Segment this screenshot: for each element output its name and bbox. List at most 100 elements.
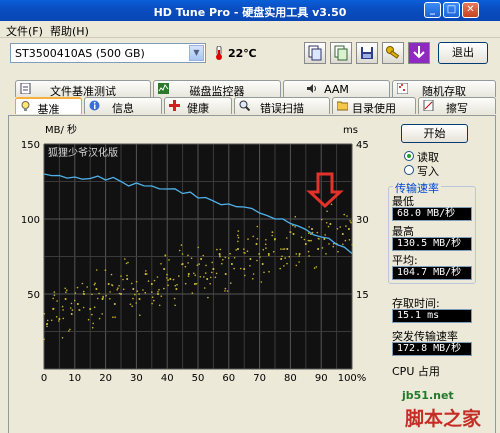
- tab-label: 擦写: [446, 102, 468, 115]
- access-time-dot: [135, 302, 137, 304]
- access-time-dot: [127, 261, 129, 264]
- tab-file-benchmark[interactable]: 文件基准测试: [15, 80, 151, 98]
- access-time-dot: [229, 252, 231, 255]
- temperature-value: 22℃: [228, 47, 257, 60]
- drive-select[interactable]: ST3500410AS (500 GB) ▼: [10, 43, 206, 63]
- title-bar: HD Tune Pro - 硬盘实用工具 v3.50 _ □ ✕: [0, 0, 500, 21]
- access-time-dot: [174, 304, 176, 307]
- copy-all-button[interactable]: [330, 42, 352, 64]
- access-time-dot: [114, 316, 116, 318]
- access-time-point: [76, 303, 79, 305]
- access-time-dot: [209, 283, 211, 285]
- download-button[interactable]: [408, 42, 430, 64]
- minimize-button[interactable]: _: [424, 2, 441, 18]
- access-time-dot: [81, 282, 84, 285]
- access-time-dot: [264, 243, 267, 246]
- access-time-dot: [58, 320, 60, 322]
- access-time-dot: [138, 293, 140, 295]
- access-time-point: [113, 303, 116, 305]
- access-time-dot: [46, 319, 49, 322]
- access-time-dot: [73, 299, 76, 302]
- access-time-dot: [349, 220, 351, 222]
- access-time-dot: [203, 287, 206, 289]
- access-time-dot: [256, 259, 258, 262]
- access-time-dot: [196, 264, 199, 266]
- access-time-dot: [273, 238, 276, 241]
- access-time-dot: [61, 337, 64, 339]
- access-time-point: [187, 273, 190, 275]
- menu-help[interactable]: 帮助(H): [50, 23, 89, 39]
- access-time-point: [286, 248, 289, 250]
- tab-random-access[interactable]: 随机存取: [392, 80, 496, 98]
- copy-button[interactable]: [304, 42, 326, 64]
- tab-erase[interactable]: 擦写: [418, 97, 496, 115]
- access-time-dot: [160, 263, 162, 265]
- access-time-dot: [344, 239, 347, 242]
- close-button[interactable]: ✕: [462, 2, 479, 18]
- tab-disk-monitor[interactable]: 磁盘监控器: [153, 80, 281, 98]
- access-time-dot: [62, 317, 65, 320]
- access-time-point: [157, 293, 159, 295]
- exit-button[interactable]: 退出: [438, 42, 488, 64]
- access-time-dot: [158, 288, 160, 291]
- access-time-dot: [187, 254, 189, 257]
- access-time-dot: [224, 287, 227, 290]
- access-time-dot: [294, 215, 297, 218]
- y-left-tick-label: 100: [21, 215, 40, 226]
- access-time-point: [200, 258, 203, 260]
- tab-error-scan[interactable]: 错误扫描: [234, 97, 330, 115]
- access-time-dot: [91, 293, 93, 296]
- y-right-tick-label: 30: [356, 215, 369, 226]
- key-button[interactable]: [382, 42, 404, 64]
- menu-file[interactable]: 文件(F): [6, 23, 43, 39]
- access-time-dot: [110, 273, 113, 276]
- access-time-dot: [221, 262, 223, 265]
- tab-aam[interactable]: AAM: [283, 80, 390, 97]
- access-time-dot: [130, 282, 133, 285]
- access-time-dot: [180, 244, 183, 246]
- start-button[interactable]: 开始: [401, 124, 468, 143]
- access-time-dot: [64, 287, 66, 290]
- access-time-dot: [66, 289, 68, 291]
- access-time-dot: [129, 303, 132, 305]
- access-time-dot: [70, 302, 73, 305]
- tab-label: 目录使用: [352, 102, 396, 115]
- access-time-dot: [332, 245, 335, 248]
- access-time-dot: [324, 234, 327, 236]
- watermark-site: jb51.net: [402, 389, 454, 402]
- maximize-button[interactable]: □: [443, 2, 460, 18]
- access-time-dot: [198, 263, 200, 265]
- access-time-dot: [320, 218, 323, 221]
- tab-health[interactable]: 健康: [164, 97, 232, 115]
- access-time-dot: [55, 316, 58, 318]
- write-radio[interactable]: [404, 165, 414, 175]
- access-time-dot: [157, 291, 159, 293]
- access-time-dot: [343, 213, 346, 216]
- tab-benchmark[interactable]: 基准: [15, 97, 82, 116]
- read-radio[interactable]: [404, 151, 414, 161]
- access-time-dot: [71, 309, 74, 311]
- access-time-dot: [125, 262, 128, 265]
- access-time-dot: [61, 305, 64, 308]
- tab-label: 健康: [187, 102, 209, 115]
- access-time-dot: [176, 284, 178, 286]
- access-time-dot: [268, 254, 270, 257]
- access-time-dot: [65, 291, 67, 293]
- access-time-point: [224, 273, 227, 275]
- access-time-dot: [327, 225, 330, 228]
- access-time-point: [237, 248, 239, 250]
- x-tick-label: 60: [222, 373, 235, 384]
- access-time-dot: [233, 267, 235, 270]
- access-time-dot: [43, 338, 45, 340]
- access-time-dot: [91, 313, 93, 316]
- save-button[interactable]: [356, 42, 378, 64]
- access-time-dot: [230, 282, 232, 284]
- access-time-dot: [260, 281, 263, 283]
- access-time-dot: [43, 313, 46, 315]
- chevron-down-icon[interactable]: ▼: [189, 45, 204, 61]
- access-time-dot: [68, 330, 70, 332]
- tab-info[interactable]: 信息: [84, 97, 162, 115]
- access-time-dot: [82, 293, 85, 295]
- access-time-dot: [256, 238, 259, 240]
- tab-folder-usage[interactable]: 目录使用: [332, 97, 416, 115]
